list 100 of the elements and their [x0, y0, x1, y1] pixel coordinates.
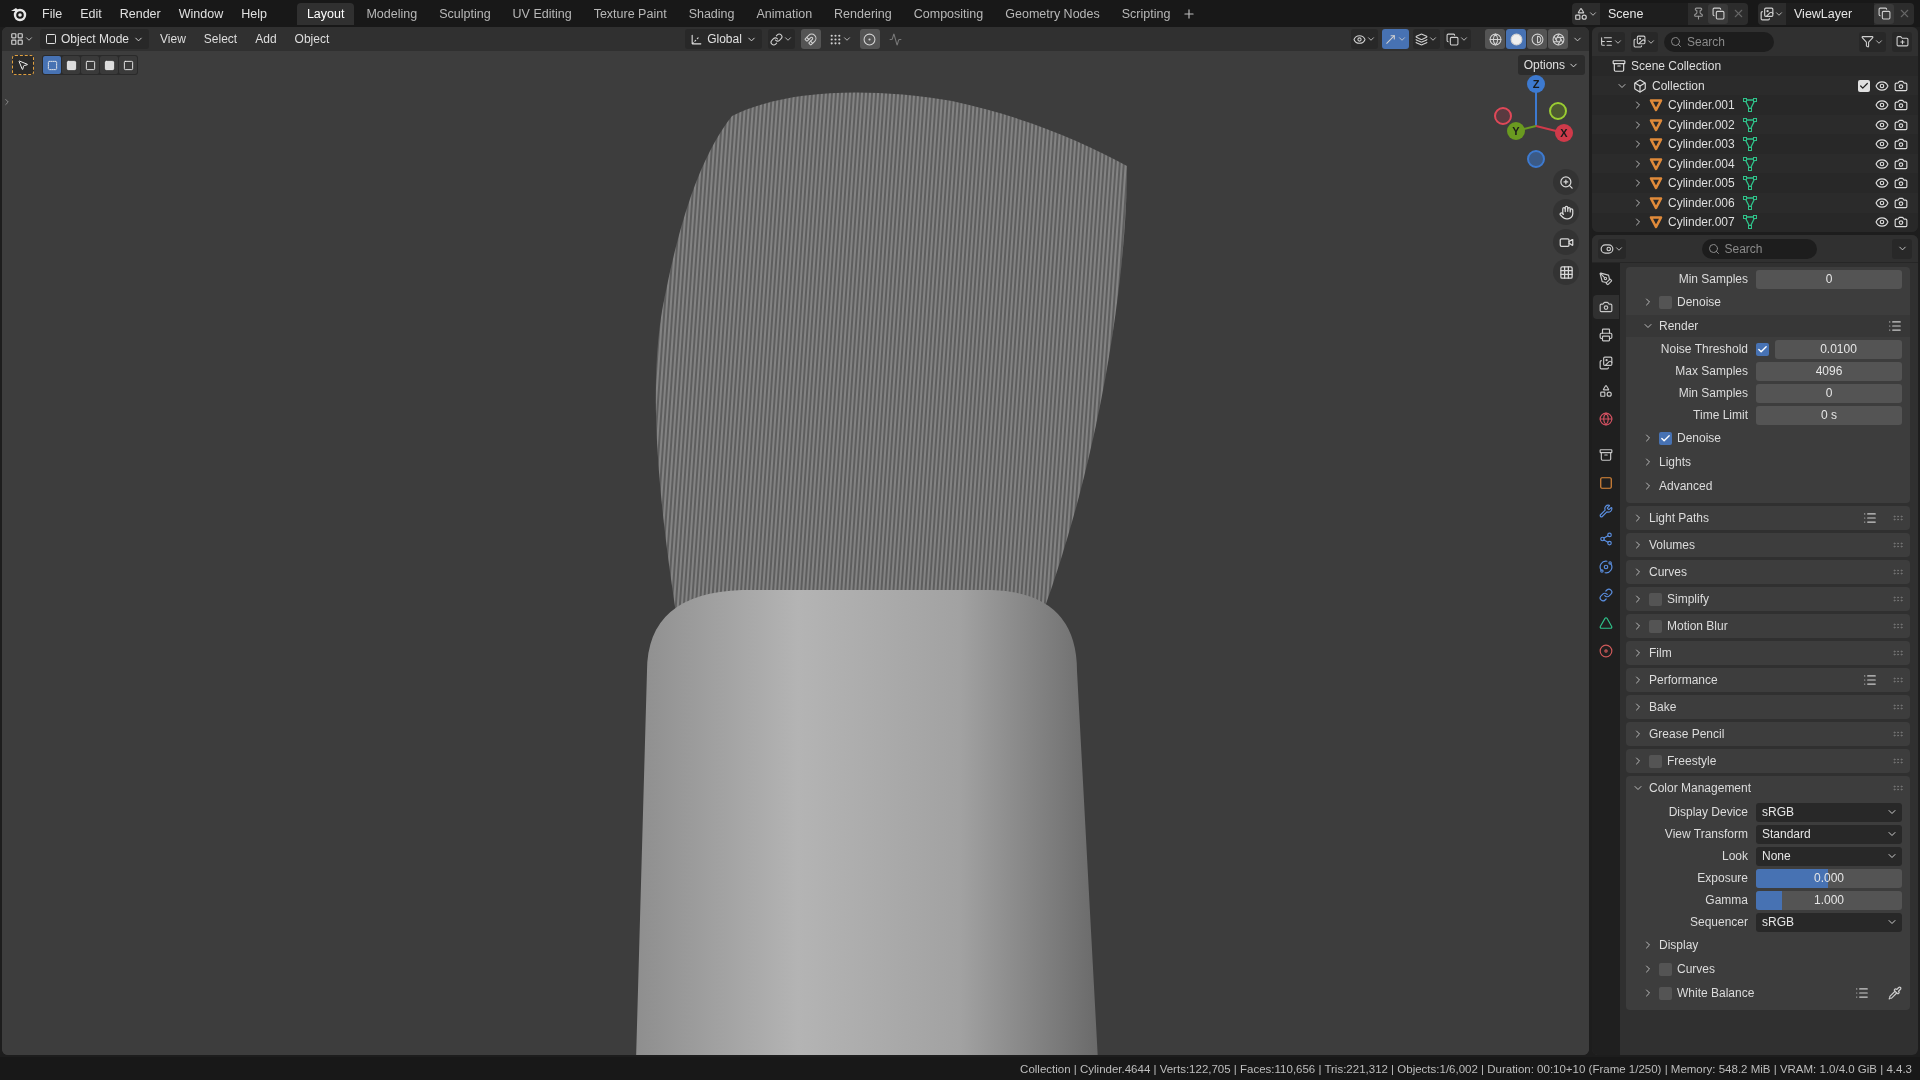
camera-icon[interactable] [1894, 176, 1908, 191]
menu-item[interactable]: Object [287, 30, 337, 48]
search-field[interactable]: Search [1701, 238, 1817, 259]
number-field[interactable]: 4096 [1756, 361, 1902, 381]
select-mode-button[interactable] [100, 56, 118, 74]
panel-header[interactable]: Curves [1649, 565, 1687, 579]
tree-item[interactable]: Cylinder.006 [1668, 195, 1738, 210]
panel-header[interactable]: Performance [1649, 673, 1718, 687]
eye-icon[interactable] [1875, 117, 1889, 132]
workspace-tab[interactable]: Rendering [824, 2, 902, 25]
panel-header[interactable]: Film [1649, 646, 1672, 660]
eye-icon[interactable] [1875, 156, 1889, 171]
workspace-tab[interactable]: UV Editing [502, 2, 582, 25]
workspace-tab[interactable]: Layout [296, 2, 355, 25]
dropdown[interactable]: Standard [1756, 824, 1902, 844]
panel-header[interactable]: Grease Pencil [1649, 727, 1725, 741]
workspace-tab[interactable]: Modeling [356, 2, 428, 25]
select-mode-button[interactable] [119, 56, 137, 74]
dropdown[interactable]: None [1756, 846, 1902, 866]
shading-button[interactable] [1506, 29, 1526, 49]
slider[interactable]: 1.000 [1756, 890, 1902, 910]
mode-dropdown[interactable]: Object Mode [40, 29, 150, 49]
eye-icon[interactable] [1875, 195, 1889, 210]
gizmo-toggle[interactable] [1382, 29, 1409, 49]
tree-item[interactable]: Collection [1652, 78, 1705, 93]
tree-item[interactable]: Cylinder.001 [1668, 98, 1738, 113]
menu-item[interactable]: Add [248, 30, 284, 48]
editor-type-button[interactable] [1598, 31, 1625, 52]
tree-item[interactable]: Scene Collection [1631, 59, 1722, 74]
camera-view-button[interactable] [1553, 229, 1579, 255]
subpanel-header[interactable]: Denoise [1677, 295, 1722, 309]
number-field[interactable]: 0.0100 [1775, 339, 1902, 359]
subpanel-header[interactable]: Render [1659, 319, 1699, 333]
panel-header[interactable]: Freestyle [1667, 754, 1717, 768]
checkbox[interactable] [1756, 342, 1769, 356]
eye-icon[interactable] [1875, 137, 1889, 152]
select-mode-button[interactable] [62, 56, 80, 74]
shading-button[interactable] [1548, 29, 1568, 49]
visibility-toggle[interactable] [1351, 29, 1378, 49]
view-layer-name-field[interactable]: ViewLayer [1786, 2, 1874, 25]
subpanel-header[interactable]: Display [1659, 938, 1699, 952]
shading-button[interactable] [1485, 29, 1505, 49]
subpanel-header[interactable]: White Balance [1677, 986, 1755, 1000]
camera-icon[interactable] [1894, 137, 1908, 152]
axis-ball[interactable] [1494, 107, 1512, 125]
number-field[interactable]: 0 [1756, 269, 1902, 289]
menu-item[interactable]: Help [233, 3, 275, 24]
tree-item[interactable]: Cylinder.002 [1668, 117, 1738, 132]
subpanel-header[interactable]: Advanced [1659, 479, 1713, 493]
menu-item[interactable]: Render [111, 3, 169, 24]
perspective-button[interactable] [1553, 259, 1579, 285]
select-mode-button[interactable] [81, 56, 99, 74]
orientation-dropdown[interactable]: Global [685, 29, 762, 49]
overlay-toggle[interactable] [1413, 29, 1440, 49]
workspace-tab[interactable]: Texture Paint [583, 2, 677, 25]
select-mode-button[interactable] [43, 56, 61, 74]
editor-type-button[interactable] [1598, 238, 1626, 259]
camera-icon[interactable] [1894, 195, 1908, 210]
eye-icon[interactable] [1875, 215, 1889, 230]
axis-ball[interactable] [1527, 150, 1545, 168]
add-workspace-icon[interactable] [1182, 6, 1197, 21]
app-logo-icon[interactable] [10, 5, 28, 22]
axis-handle[interactable]: X [1535, 124, 1573, 142]
panel-header[interactable]: Motion Blur [1667, 619, 1728, 633]
xray-toggle[interactable] [1444, 29, 1471, 49]
tree-item[interactable]: Cylinder.004 [1668, 156, 1738, 171]
checkbox[interactable] [1659, 431, 1672, 445]
checkbox[interactable] [1858, 79, 1870, 92]
pivot-button[interactable] [767, 29, 795, 49]
pan-button[interactable] [1553, 199, 1579, 225]
tree-item[interactable]: Cylinder.003 [1668, 137, 1738, 152]
scene-name-field[interactable]: Scene [1600, 2, 1688, 25]
copy-button[interactable] [1874, 3, 1894, 24]
workspace-tab[interactable]: Animation [746, 2, 823, 25]
copy-button[interactable] [1708, 3, 1728, 24]
tree-item[interactable]: Cylinder.005 [1668, 176, 1738, 191]
menu-item[interactable]: Select [196, 30, 245, 48]
filter-button[interactable] [1859, 31, 1886, 52]
panel-header[interactable]: Volumes [1649, 538, 1696, 552]
search-field[interactable]: Search [1664, 31, 1774, 52]
panel-header[interactable]: Bake [1649, 700, 1677, 714]
camera-icon[interactable] [1894, 156, 1908, 171]
eye-icon[interactable] [1875, 98, 1889, 113]
camera-icon[interactable] [1894, 78, 1908, 93]
workspace-tab[interactable]: Shading [678, 2, 745, 25]
camera-icon[interactable] [1894, 98, 1908, 113]
subpanel-header[interactable]: Lights [1659, 455, 1692, 469]
workspace-tab[interactable]: Compositing [903, 2, 994, 25]
menu-item[interactable]: View [153, 30, 193, 48]
select-tool-button[interactable] [12, 55, 34, 75]
snap-button[interactable] [800, 29, 821, 49]
workspace-tab[interactable]: Sculpting [429, 2, 501, 25]
panel-header[interactable]: Color Management [1649, 781, 1752, 795]
panel-header[interactable]: Light Paths [1649, 511, 1710, 525]
shading-button[interactable] [1527, 29, 1547, 49]
dropdown[interactable]: sRGB [1756, 802, 1902, 822]
display-mode-button[interactable] [1631, 31, 1658, 52]
menu-item[interactable]: File [34, 3, 71, 24]
workspace-tab[interactable]: Scripting [1111, 2, 1181, 25]
camera-icon[interactable] [1894, 117, 1908, 132]
